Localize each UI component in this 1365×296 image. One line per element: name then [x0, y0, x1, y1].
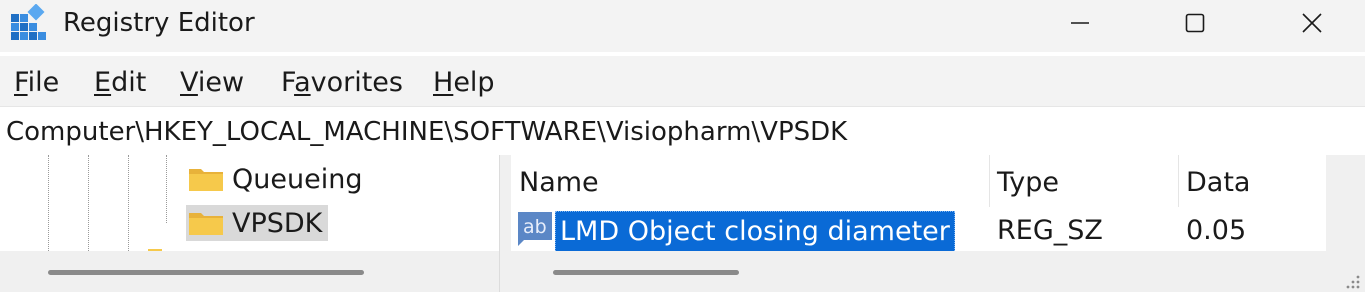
folder-icon — [189, 213, 223, 235]
column-divider[interactable] — [1178, 155, 1179, 207]
maximize-icon — [1185, 13, 1205, 33]
close-icon — [1302, 13, 1322, 33]
tree-item-vpsdk[interactable]: VPSDK — [186, 205, 329, 241]
column-header-data[interactable]: Data — [1186, 155, 1250, 207]
close-button[interactable] — [1253, 0, 1365, 46]
value-name-cell[interactable]: LMD Object closing diameter — [555, 211, 955, 253]
tree-horizontal-scrollbar[interactable] — [0, 251, 499, 292]
resize-grip[interactable] — [1326, 251, 1365, 292]
address-bar[interactable]: Computer\HKEY_LOCAL_MACHINE\SOFTWARE\Vis… — [0, 106, 1365, 155]
list-header-overflow — [1326, 155, 1365, 251]
menu-view[interactable]: View — [180, 66, 244, 100]
window-title: Registry Editor — [63, 8, 255, 38]
menu-bar: File Edit View Favorites Help — [0, 56, 1365, 106]
value-type-cell: REG_SZ — [997, 215, 1103, 246]
key-tree[interactable]: Queueing VPSDK — [0, 155, 457, 251]
list-horizontal-scrollbar[interactable] — [511, 251, 1326, 292]
menu-help[interactable]: Help — [433, 66, 495, 100]
tree-guide-line — [88, 155, 89, 251]
values-list[interactable]: Name Type Data ab LMD Object closing dia… — [511, 155, 1326, 253]
registry-editor-icon — [11, 4, 46, 40]
scrollbar-thumb[interactable] — [553, 270, 739, 275]
tree-guide-line — [48, 155, 49, 251]
tree-item-queueing[interactable]: Queueing — [186, 161, 362, 197]
svg-text:ab: ab — [523, 216, 547, 238]
tree-guide-line — [166, 155, 167, 223]
scrollbar-thumb[interactable] — [48, 270, 364, 275]
column-header-name[interactable]: Name — [519, 155, 599, 207]
string-value-icon: ab — [518, 212, 552, 246]
column-divider[interactable] — [989, 155, 990, 207]
tree-item-label: Queueing — [232, 163, 363, 195]
menu-file[interactable]: File — [14, 66, 59, 100]
minimize-button[interactable] — [1021, 0, 1139, 46]
maximize-button[interactable] — [1136, 0, 1254, 46]
title-bar: Registry Editor — [0, 0, 1365, 52]
address-path[interactable]: Computer\HKEY_LOCAL_MACHINE\SOFTWARE\Vis… — [6, 116, 847, 148]
menu-favorites[interactable]: Favorites — [281, 66, 403, 100]
menu-edit[interactable]: Edit — [94, 66, 146, 100]
folder-icon — [189, 169, 223, 191]
resize-grip-icon — [1346, 275, 1360, 289]
tree-item-label: VPSDK — [232, 207, 323, 239]
value-data-cell: 0.05 — [1186, 215, 1247, 246]
minimize-icon — [1071, 22, 1089, 24]
column-header-type[interactable]: Type — [997, 155, 1059, 207]
tree-guide-line — [128, 155, 129, 251]
